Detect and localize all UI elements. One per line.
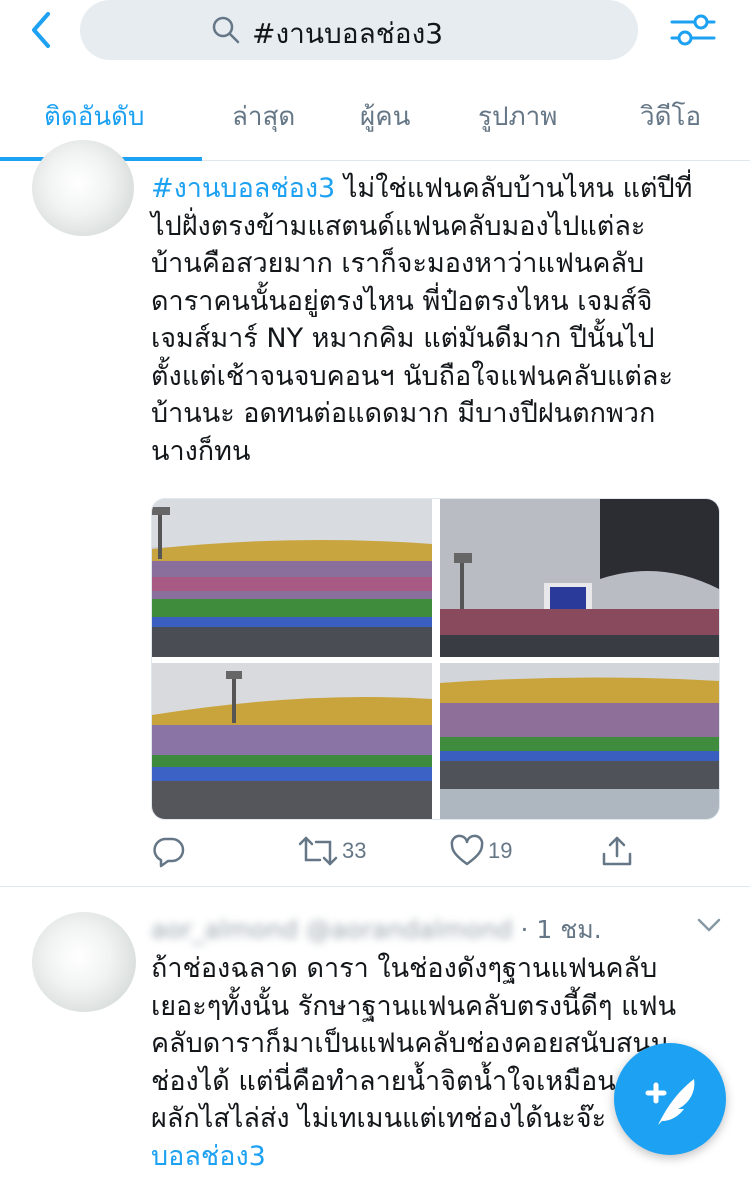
tweet-line: ผลักไสไล่ส่ง ไม่เทเมนแต่เทช่องได้นะจ๊ะ — [151, 1103, 607, 1134]
stadium-photo[interactable] — [440, 499, 719, 657]
search-icon — [210, 14, 242, 46]
search-query: #งานบอลช่อง3 — [252, 17, 444, 50]
tweet-line[interactable]: บอลช่อง3 — [151, 1138, 676, 1176]
tab-videos[interactable]: วิดีโอ — [640, 96, 701, 137]
back-icon[interactable] — [24, 8, 64, 52]
tweet-line: ไปฝั่งตรงข้ามแสตนด์แฟนคลับมองไปแต่ละ — [151, 210, 646, 242]
tweet-body: #งานบอลช่อง3 ไม่ใช่แฟนคลับบ้านไหน แต่ปีท… — [151, 170, 692, 470]
tweet-line: ช่องได้ แต่นี่คือทำลายน้ำจิตน้ำใจเหมือน — [151, 1065, 616, 1097]
tweet-line: ตั้งแต่เช้าจนจบคอนฯ นับถือใจแฟนคลับแต่ละ — [151, 360, 673, 392]
tweet-line: บ้านคือสวยมาก เราก็จะมองหาว่าแฟนคลับ — [151, 248, 645, 279]
chevron-down-icon[interactable] — [696, 915, 722, 935]
stadium-photo[interactable] — [152, 663, 432, 819]
tweet-divider — [0, 886, 750, 887]
compose-feather-icon — [645, 1079, 695, 1125]
stadium-photo[interactable] — [440, 663, 719, 819]
tweet-line: #งานบอลช่อง3 ไม่ใช่แฟนคลับบ้านไหน แต่ปีท… — [151, 173, 693, 204]
photo-grid — [151, 498, 720, 820]
top-bar: #งานบอลช่อง3 — [0, 0, 750, 62]
tweet-line: บ้านนะ อดทนต่อแดดมาก มีบางปีฝนตกพวก — [151, 398, 656, 429]
like-count: 19 — [488, 838, 513, 863]
retweet-icon — [298, 836, 338, 866]
stadium-photo[interactable] — [152, 499, 432, 657]
retweet-count: 33 — [342, 838, 367, 863]
like-button[interactable]: 19 — [450, 833, 512, 869]
tweet-line: ดาราคนนั้นอยู่ตรงไหน พี่ป๋อตรงไหน เจมส์จ… — [151, 285, 653, 317]
tab-people[interactable]: ผู้คน — [360, 96, 410, 137]
avatar[interactable] — [32, 140, 134, 236]
reply-button[interactable] — [152, 833, 186, 869]
tweet-line: เจมส์มาร์ NY หมากคิม แต่มันดีมาก ปีนั้นไ… — [151, 323, 655, 354]
search-input[interactable]: #งานบอลช่อง3 — [80, 0, 638, 60]
avatar[interactable] — [32, 912, 136, 1012]
tab-top[interactable]: ติดอันดับ — [44, 96, 145, 137]
hashtag-link[interactable]: #งานบอลช่อง3 — [151, 173, 335, 204]
display-name[interactable]: aor_almond — [151, 915, 298, 944]
compose-tweet-button[interactable] — [614, 1043, 726, 1155]
tweet-header: aor_almond @aorandalmond · 1 ชม. — [151, 910, 602, 950]
tab-photos[interactable]: รูปภาพ — [478, 96, 557, 137]
tweet-body: ถ้าช่องฉลาด ดารา ในช่องดังๆฐานแฟนคลับ เย… — [151, 950, 676, 1175]
tweet-time: · 1 ชม. — [520, 915, 602, 944]
heart-icon — [450, 834, 484, 866]
tab-latest[interactable]: ล่าสุด — [232, 96, 295, 137]
retweet-button[interactable]: 33 — [298, 833, 366, 869]
tweet-line: คลับดาราก็มาเป็นแฟนคลับช่องคอยสนับสนุน — [151, 1028, 670, 1059]
share-button[interactable] — [600, 833, 634, 869]
filter-settings-icon[interactable] — [668, 8, 718, 52]
share-icon — [602, 836, 632, 866]
tweet-line: เยอะๆทั้งนั้น รักษาฐานแฟนคลับตรงนี้ดีๆ แ… — [151, 990, 677, 1022]
reply-icon — [153, 837, 185, 868]
tweet-actions: 33 19 — [0, 833, 750, 873]
tweet-line: นางก็ทน — [151, 435, 251, 467]
tweet-line: ถ้าช่องฉลาด ดารา ในช่องดังๆฐานแฟนคลับ — [151, 953, 658, 984]
user-handle[interactable]: @aorandalmond — [306, 915, 513, 944]
